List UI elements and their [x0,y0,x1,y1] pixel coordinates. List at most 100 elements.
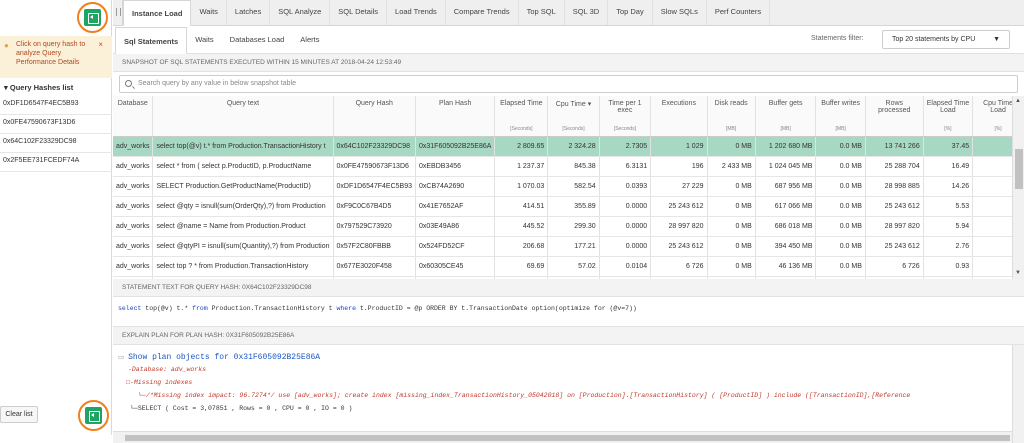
plan-vertical-scrollbar[interactable] [1012,345,1024,443]
column-header[interactable]: Cpu Time ▾ [Seconds] [547,96,600,137]
drag-handle-icon[interactable] [113,0,123,25]
tab-slow-sqls[interactable]: Slow SQLs [653,0,707,25]
table-cell: 1 029 [650,136,708,157]
scroll-thumb[interactable] [1015,149,1023,189]
plan-missing-indexes[interactable]: □-Missing indexes [118,379,1024,392]
table-row[interactable]: adv_works select top ? * from Production.… [113,256,1024,277]
tab-compare-trends[interactable]: Compare Trends [446,0,519,25]
table-cell: 6 726 [650,256,708,277]
column-header[interactable]: Elapsed Time Load [%] [923,96,974,137]
table-row[interactable]: adv_works select top(@v) t.* from Product… [113,136,1024,157]
column-header[interactable]: Buffer gets [MB] [755,96,817,137]
column-header[interactable]: Buffer writes [MB] [815,96,866,137]
collapse-panel-icon[interactable] [84,9,101,26]
tab-alerts[interactable]: Alerts [292,26,327,54]
list-item[interactable]: 0xDF1D6547F4EC5B93 [0,96,112,115]
column-header-label: Time per 1 exec [608,100,642,114]
table-cell: 0.0 MB [815,196,866,217]
tab-waits[interactable]: Waits [191,0,227,25]
column-unit: [Seconds] [613,125,637,132]
table-cell: 0 MB [707,176,756,197]
table-cell: 6.3131 [599,156,652,177]
table-cell: 5.94 [923,216,974,237]
column-header[interactable]: Query Hash [333,96,416,137]
tab-sub-waits[interactable]: Waits [187,26,221,54]
column-header[interactable]: Query text [152,96,334,137]
query-hashes-list: 0xDF1D6547F4EC5B93 0x0FE47590673F13D6 0x… [0,96,112,172]
tab-sql-3d[interactable]: SQL 3D [565,0,609,25]
table-cell: SELECT Production.GetProductName(Product… [152,176,334,197]
plan-title-row[interactable]: ▭ Show plan objects for 0x31F605092B25E8… [118,353,1024,366]
tab-perf-counters[interactable]: Perf Counters [707,0,771,25]
table-row[interactable]: adv_works select @qty = isnull(sum(OrderQ… [113,196,1024,217]
column-header[interactable]: Database [113,96,154,137]
table-cell: 0x60305CE45 [415,256,496,277]
expand-panel-icon[interactable] [85,407,102,424]
statement-text: select top(@v) t.* from Production.Trans… [113,297,1024,327]
clear-list-button[interactable]: Clear list [0,406,38,423]
table-cell: 0 MB [707,236,756,257]
tab-load-trends[interactable]: Load Trends [387,0,446,25]
scroll-thumb[interactable] [125,435,1010,441]
column-header-label: Cpu Time ▾ [555,101,592,108]
table-cell: 0x57F2C80FBBB [333,236,416,257]
close-icon[interactable]: × [98,40,103,49]
statements-filter-value: Top 20 statements by CPU [892,36,976,43]
table-cell: adv_works [113,176,154,197]
vertical-scrollbar[interactable]: ▲ ▼ [1012,96,1024,279]
table-cell: 0x31F605092B25E86A [415,136,496,157]
list-item[interactable]: 0x2F5EE731FCEDF74A [0,153,112,172]
table-cell: 0.2572 [599,276,652,279]
tab-top-sql[interactable]: Top SQL [519,0,565,25]
statements-filter-select[interactable]: Top 20 statements by CPU ▼ [882,30,1010,49]
column-header-label: Disk reads [714,100,748,107]
tab-sql-details[interactable]: SQL Details [330,0,388,25]
column-header[interactable]: Disk reads [MB] [707,96,756,137]
table-header: Database Query text Query Hash Plan Hash Ela… [113,96,1024,137]
table-cell: 28 997 820 [865,216,924,237]
tab-latches[interactable]: Latches [227,0,271,25]
query-hashes-title: ▾ Query Hashes list [4,83,74,92]
list-item[interactable]: 0x0FE47590673F13D6 [0,115,112,134]
column-header[interactable]: Executions [650,96,708,137]
table-cell: 0.0 MB [815,236,866,257]
table-cell: 0.0000 [599,196,652,217]
table-row[interactable]: adv_worksSELECT p.Name AS ProductName, N… [113,276,1024,279]
column-header[interactable]: Time per 1 exec [Seconds] [599,96,652,137]
table-row[interactable]: adv_works select @name = Name from Produc… [113,216,1024,237]
sql-keyword: from [192,305,208,312]
horizontal-scrollbar[interactable] [113,431,1012,443]
table-cell: 206.68 [494,236,549,257]
table-cell: select @qty = isnull(sum(OrderQty),?) fr… [152,196,334,217]
table-cell: 0x03E49A86 [415,216,496,237]
table-cell: 0.0 MB [815,276,866,279]
table-row[interactable]: adv_works select * from ( select p.Produc… [113,156,1024,177]
table-cell: 16.49 [923,156,974,177]
table-cell: 25 243 612 [650,196,708,217]
column-header[interactable]: Plan Hash [415,96,496,137]
table-row[interactable]: adv_works SELECT Production.GetProductNam… [113,176,1024,197]
table-cell: 157 517 MB [755,276,817,279]
list-item[interactable]: 0x64C102F23329DC98 [0,134,112,153]
table-cell: 0x9843A3963 [415,276,496,279]
column-unit: [MB] [780,125,791,132]
table-cell: 0.49 [923,276,974,279]
explain-plan: ▭ Show plan objects for 0x31F605092B25E8… [113,345,1024,443]
table-cell: 0.0000 [599,236,652,257]
tab-top-day[interactable]: Top Day [608,0,653,25]
search-input[interactable]: Search query by any value in below snaps… [119,75,1018,93]
scroll-down-icon[interactable]: ▼ [1015,270,1021,276]
column-header[interactable]: Rows processed [865,96,924,137]
table-row[interactable]: adv_works select @qtyPI = isnull(sum(Quan… [113,236,1024,257]
tab-databases-load[interactable]: Databases Load [222,26,293,54]
table-cell: 355.89 [547,196,600,217]
table-cell: 0x524FD52CF [415,236,496,257]
tab-instance-load[interactable]: Instance Load [123,0,192,26]
table-cell: select @qtyPI = isnull(sum(Quantity),?) … [152,236,334,257]
tab-sql-analyze[interactable]: SQL Analyze [270,0,331,25]
tab-sql-statements[interactable]: Sql Statements [115,26,188,54]
scroll-up-icon[interactable]: ▲ [1015,98,1021,104]
plan-select: └─SELECT ( Cost = 3,07851 , Rows = 0 , C… [130,405,353,412]
table-cell: 13 741 266 [865,136,924,157]
column-header[interactable]: Elapsed Time [Seconds] [494,96,549,137]
